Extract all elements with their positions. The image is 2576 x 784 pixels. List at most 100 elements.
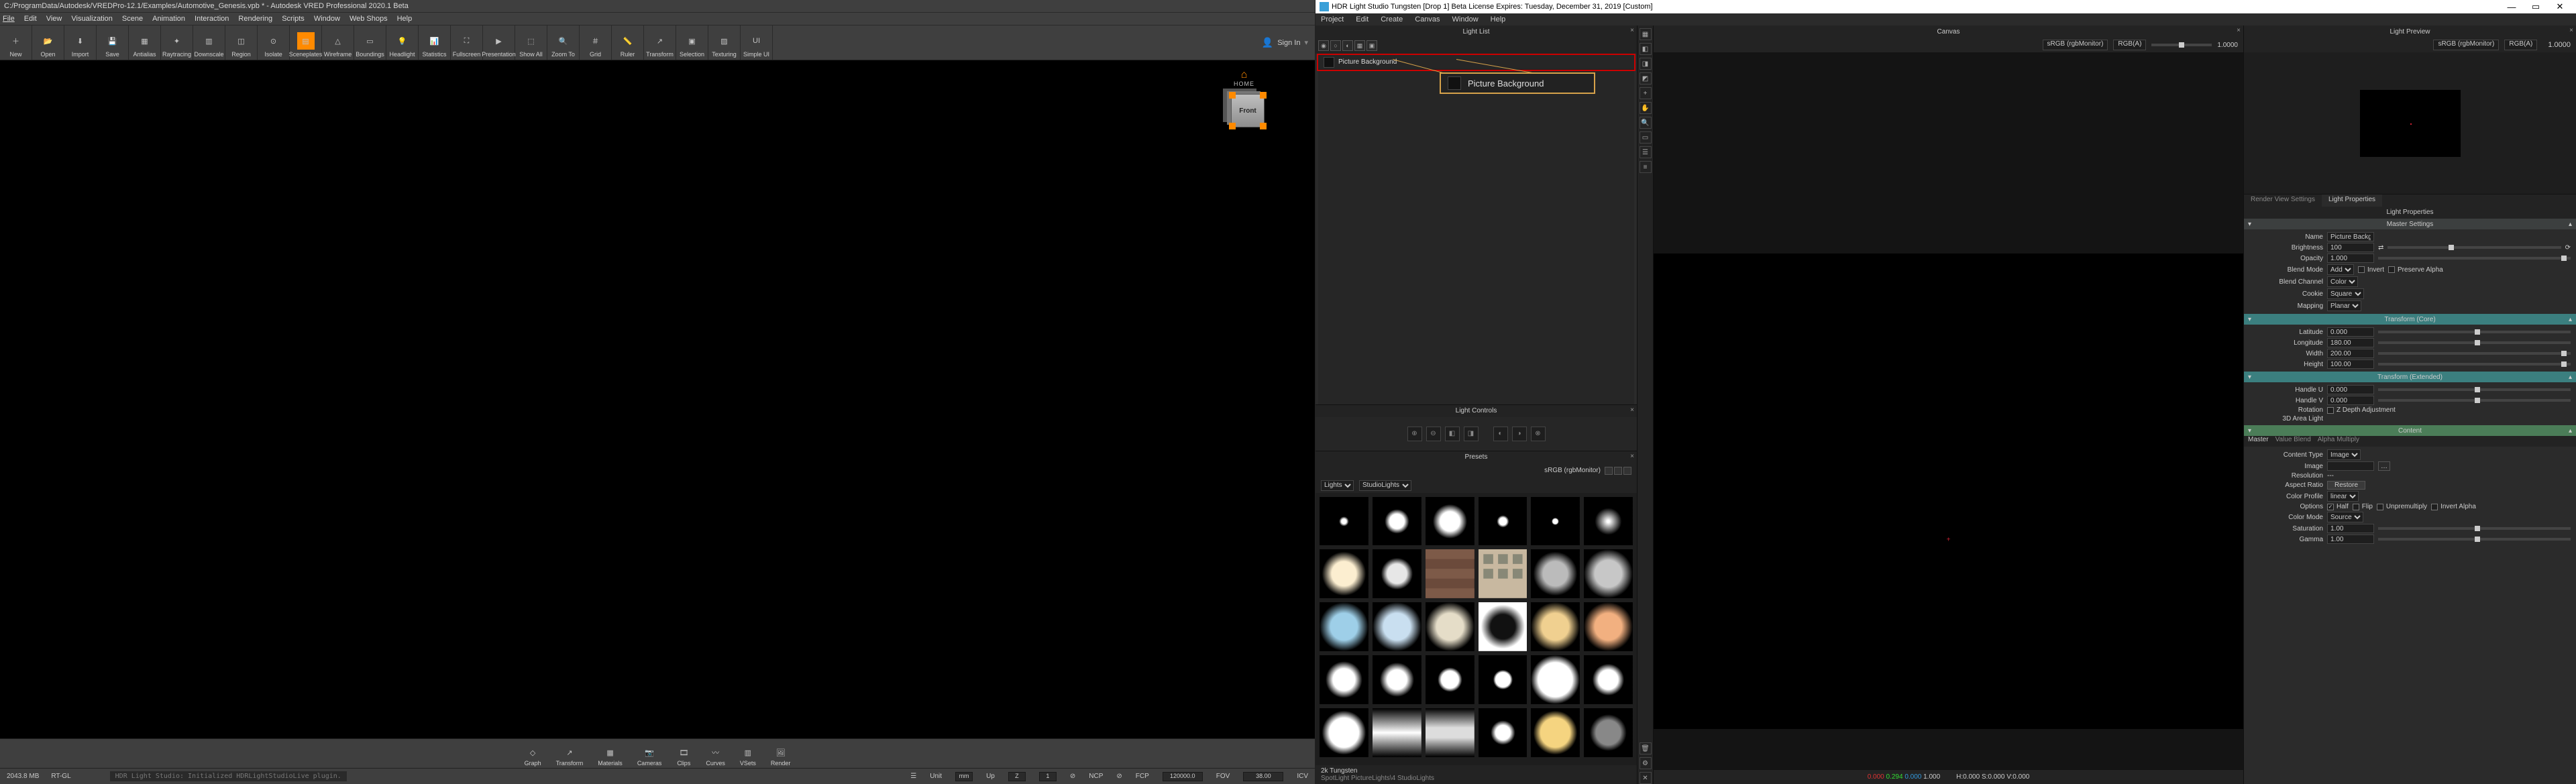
preset-thumb[interactable] [1426, 549, 1474, 598]
preset-thumb[interactable] [1373, 602, 1421, 651]
preset-thumb[interactable] [1584, 497, 1633, 546]
vred-viewport[interactable]: ⌂ HOME Front [0, 60, 1315, 738]
menu-webshops[interactable]: Web Shops [350, 15, 388, 23]
home-button[interactable]: ⌂ HOME [1234, 70, 1254, 87]
toolbar-presentation[interactable]: ▶Presentation [483, 25, 515, 60]
preset-thumb[interactable] [1426, 708, 1474, 757]
close-icon[interactable]: × [1630, 406, 1634, 414]
menu-edit[interactable]: Edit [24, 15, 37, 23]
height-slider[interactable] [2378, 363, 2571, 366]
bottom-curves[interactable]: 〰Curves [706, 745, 725, 767]
preset-thumb[interactable] [1584, 549, 1633, 598]
menu-help[interactable]: Help [1491, 15, 1506, 23]
toolbar-selection[interactable]: ▣Selection [676, 25, 708, 60]
section-master-settings[interactable]: ▾Master Settings▴ [2244, 219, 2576, 229]
ll-tool[interactable]: ◉ [1318, 40, 1329, 51]
colorspace-label[interactable]: sRGB (rgbMonitor) [1544, 467, 1601, 474]
browse-image-button[interactable]: … [2378, 461, 2390, 471]
menu-canvas[interactable]: Canvas [1415, 15, 1440, 23]
preset-thumb[interactable] [1531, 497, 1580, 546]
prop-cookie-select[interactable]: Square [2327, 288, 2364, 299]
tool-icon[interactable]: ◧ [1640, 43, 1652, 55]
invert-checkbox[interactable]: Invert [2358, 266, 2384, 274]
preset-thumb[interactable] [1320, 602, 1368, 651]
menu-file[interactable]: File [3, 15, 15, 23]
bottom-clips[interactable]: 🎞Clips [676, 745, 691, 767]
link-icon[interactable]: ⇄ [2378, 244, 2383, 251]
menu-interaction[interactable]: Interaction [195, 15, 229, 23]
subtab-master[interactable]: Master [2248, 436, 2269, 447]
presets-filter-1[interactable]: Lights [1321, 480, 1354, 491]
toolbar-wireframe[interactable]: △Wireframe [322, 25, 354, 60]
preset-thumb[interactable] [1531, 602, 1580, 651]
sign-in-button[interactable]: 👤Sign In▾ [1262, 37, 1308, 48]
toolbar-isolate[interactable]: ⊙Isolate [258, 25, 290, 60]
toolbar-open[interactable]: 📂Open [32, 25, 64, 60]
width-slider[interactable] [2378, 352, 2571, 355]
menu-window[interactable]: Window [314, 15, 340, 23]
section-content[interactable]: ▾Content▴ [2244, 425, 2576, 436]
tool-icon[interactable]: ◩ [1640, 72, 1652, 85]
canvas-channels[interactable]: RGB(A) [2113, 40, 2146, 50]
toolbar-sceneplates[interactable]: ▤Sceneplates [290, 25, 322, 60]
bottom-graph[interactable]: ◇Graph [525, 745, 541, 767]
tool-icon[interactable]: + [1640, 87, 1652, 99]
viewcube-corner[interactable] [1229, 92, 1236, 99]
menu-window[interactable]: Window [1452, 15, 1479, 23]
prop-blendmode-select[interactable]: Add [2327, 264, 2354, 275]
lc-button[interactable]: ⊖ [1426, 427, 1441, 441]
tool-icon[interactable]: ☰ [1640, 146, 1652, 158]
ll-tool[interactable]: ○ [1330, 40, 1341, 51]
viewcube-corner[interactable] [1229, 123, 1236, 129]
toolbar-raytracing[interactable]: ✦Raytracing [161, 25, 193, 60]
bottom-vsets[interactable]: ▥VSets [740, 745, 756, 767]
section-transform-core[interactable]: ▾Transform (Core)▴ [2244, 314, 2576, 325]
lon-slider[interactable] [2378, 341, 2571, 344]
canvas-colorspace[interactable]: sRGB (rgbMonitor) [2043, 40, 2108, 50]
ll-tool[interactable]: ◐ [1342, 40, 1353, 51]
handleu-slider[interactable] [2378, 388, 2571, 391]
lc-button[interactable]: ◐ [1493, 427, 1508, 441]
tool-icon[interactable]: ✕ [1640, 772, 1652, 784]
ll-tool[interactable]: ▣ [1366, 40, 1377, 51]
swatch[interactable] [1623, 467, 1631, 475]
presets-filter-2[interactable]: StudioLights [1359, 480, 1411, 491]
section-transform-extended[interactable]: ▾Transform (Extended)▴ [2244, 372, 2576, 382]
menu-visualization[interactable]: Visualization [71, 15, 113, 23]
preview-channels[interactable]: RGB(A) [2504, 40, 2537, 50]
preset-thumb[interactable] [1373, 497, 1421, 546]
status-fcp[interactable]: 120000.0 [1163, 772, 1203, 781]
menu-project[interactable]: Project [1321, 15, 1344, 23]
preservealpha-checkbox[interactable]: Preserve Alpha [2388, 266, 2443, 274]
toolbar-new[interactable]: ＋New [0, 25, 32, 60]
opt-invert-alpha[interactable]: Invert Alpha [2431, 503, 2476, 510]
bottom-render[interactable]: 🖼Render [771, 745, 791, 767]
viewcube-face[interactable]: Front [1231, 94, 1265, 127]
prop-handlev-input[interactable] [2327, 396, 2374, 405]
preset-thumb[interactable] [1373, 708, 1421, 757]
menu-rendering[interactable]: Rendering [238, 15, 272, 23]
preset-thumb[interactable] [1320, 549, 1368, 598]
preset-thumb[interactable] [1584, 708, 1633, 757]
preset-thumb[interactable] [1426, 602, 1474, 651]
menu-scripts[interactable]: Scripts [282, 15, 305, 23]
prop-handleu-input[interactable] [2327, 385, 2374, 394]
viewcube[interactable]: Front [1224, 87, 1271, 134]
close-icon[interactable]: × [1630, 453, 1634, 460]
prop-height-input[interactable] [2327, 359, 2374, 369]
menu-edit[interactable]: Edit [1356, 15, 1368, 23]
toolbar-headlight[interactable]: 💡Headlight [386, 25, 419, 60]
prop-width-input[interactable] [2327, 349, 2374, 358]
close-icon[interactable]: × [1630, 27, 1634, 34]
lc-button[interactable]: ⊕ [1407, 427, 1422, 441]
window-close[interactable]: ✕ [2548, 1, 2572, 12]
viewcube-corner[interactable] [1260, 123, 1267, 129]
prop-image-path[interactable] [2327, 461, 2374, 471]
toolbar-simple-ui[interactable]: UISimple UI [741, 25, 773, 60]
preset-thumb[interactable] [1584, 655, 1633, 704]
window-maximize[interactable]: ▭ [2524, 1, 2548, 12]
prop-lon-input[interactable] [2327, 338, 2374, 347]
opt-flip[interactable]: Flip [2353, 503, 2373, 510]
preset-thumb[interactable] [1531, 549, 1580, 598]
opt-half[interactable]: ✓Half [2327, 503, 2349, 510]
